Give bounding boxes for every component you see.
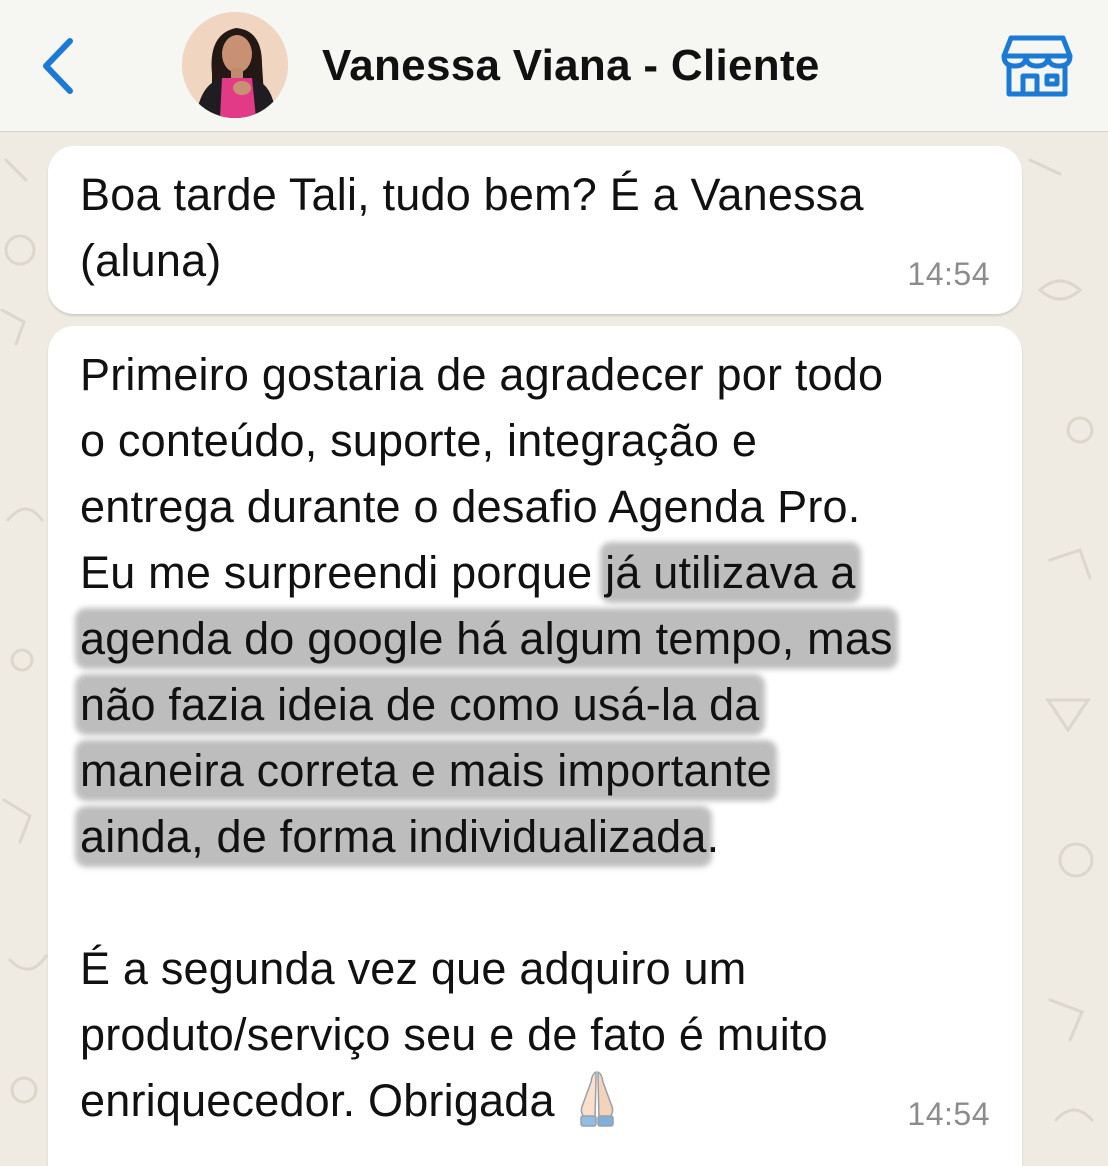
message-line: Boa tarde Tali, tudo bem? É a Vanessa xyxy=(80,169,864,220)
message-line: entrega durante o desafio Agenda Pro. xyxy=(80,481,861,532)
chevron-left-icon xyxy=(43,38,73,94)
message-line: É a segunda vez que adquiro um xyxy=(80,943,747,994)
message-line: agenda do google há algum tempo, mas xyxy=(80,606,893,672)
message-text: Boa tarde Tali, tudo bem? É a Vanessa (a… xyxy=(80,162,864,294)
contact-avatar[interactable] xyxy=(182,12,288,118)
message-timestamp: 14:54 xyxy=(907,1096,990,1132)
avatar-image xyxy=(182,12,288,118)
storefront-button[interactable] xyxy=(996,30,1078,102)
contact-name[interactable]: Vanessa Viana - Cliente xyxy=(322,38,820,94)
chat-header: Vanessa Viana - Cliente xyxy=(0,0,1108,132)
highlighted-text: maneira correta e mais importante xyxy=(80,745,772,796)
message-text: Primeiro gostaria de agradecer por todo … xyxy=(80,342,893,1134)
highlighted-text: já utilizava a xyxy=(605,547,856,598)
message-line: o conteúdo, suporte, integração e xyxy=(80,415,758,466)
message-line: enriquecedor. Obrigada xyxy=(80,1068,893,1134)
highlighted-text: agenda do google há algum tempo, mas xyxy=(80,613,893,664)
message-line: maneira correta e mais importante xyxy=(80,738,893,804)
highlighted-text: não fazia ideia de como usá-la da xyxy=(80,679,760,730)
message-line: Eu me surpreendi porque já utilizava a xyxy=(80,540,893,606)
message-line: (aluna) xyxy=(80,235,222,286)
message-bubble[interactable]: Primeiro gostaria de agradecer por todo … xyxy=(48,326,1022,1166)
message-bubble[interactable]: Boa tarde Tali, tudo bem? É a Vanessa (a… xyxy=(48,146,1022,314)
message-line: ainda, de forma individualizada. xyxy=(80,804,893,870)
message-line: Primeiro gostaria de agradecer por todo xyxy=(80,349,884,400)
highlighted-text: ainda, de forma individualizada xyxy=(80,811,707,862)
folded-hands-icon xyxy=(579,1071,614,1127)
back-button[interactable] xyxy=(30,28,86,104)
message-timestamp: 14:54 xyxy=(907,256,990,292)
message-segment: Eu me surpreendi porque xyxy=(80,547,606,598)
message-segment: enriquecedor. Obrigada xyxy=(80,1075,555,1126)
message-line: não fazia ideia de como usá-la da xyxy=(80,672,893,738)
message-segment: . xyxy=(706,811,720,862)
message-line-blank xyxy=(80,870,893,936)
storefront-icon xyxy=(1001,35,1073,97)
message-line: produto/serviço seu e de fato é muito xyxy=(80,1009,828,1060)
